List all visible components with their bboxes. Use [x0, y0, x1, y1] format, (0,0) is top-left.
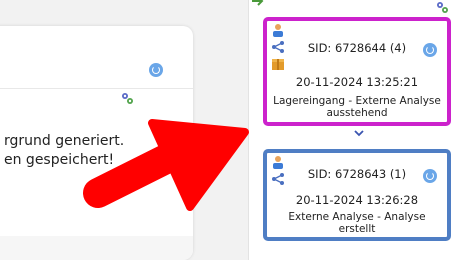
box-icon	[272, 59, 284, 70]
card-sid: SID: 6728644 (4)	[307, 41, 407, 55]
sample-card-6728644[interactable]: SID: 6728644 (4) 20-11-2024 13:25:21 Lag…	[263, 17, 451, 126]
refresh-icon[interactable]	[149, 63, 163, 77]
card-datetime: 20-11-2024 13:26:28	[295, 193, 419, 207]
card-status-line-2: ausstehend	[326, 107, 388, 119]
card-sid: SID: 6728643 (1)	[307, 167, 407, 181]
gears-icon[interactable]	[120, 91, 134, 105]
card-datetime: 20-11-2024 13:25:21	[295, 75, 419, 89]
chevron-down-icon	[354, 130, 364, 137]
panel-footer	[0, 236, 193, 260]
sample-sidebar: SID: 6728644 (4) 20-11-2024 13:25:21 Lag…	[248, 0, 456, 260]
card-status-line-1: Lagereingang - Externe Analyse	[273, 95, 441, 107]
gears-icon[interactable]	[435, 0, 449, 14]
card-status: Lagereingang - Externe Analyse ausstehen…	[267, 95, 447, 119]
sample-card-6728643[interactable]: SID: 6728643 (1) 20-11-2024 13:26:28 Ext…	[263, 149, 451, 241]
refresh-icon[interactable]	[423, 169, 437, 183]
arrow-right-icon[interactable]	[251, 0, 265, 6]
page: rgrund generiert. en gespeichert! SID: 6…	[0, 0, 456, 260]
panel-divider	[0, 88, 193, 89]
card-status-line-1: Externe Analyse - Analyse	[288, 211, 426, 223]
person-icon	[273, 24, 283, 37]
card-status-line-2: erstellt	[338, 223, 376, 235]
annotation-arrow	[83, 119, 249, 211]
refresh-icon[interactable]	[423, 43, 437, 57]
card-status: Externe Analyse - Analyse erstellt	[267, 211, 447, 235]
